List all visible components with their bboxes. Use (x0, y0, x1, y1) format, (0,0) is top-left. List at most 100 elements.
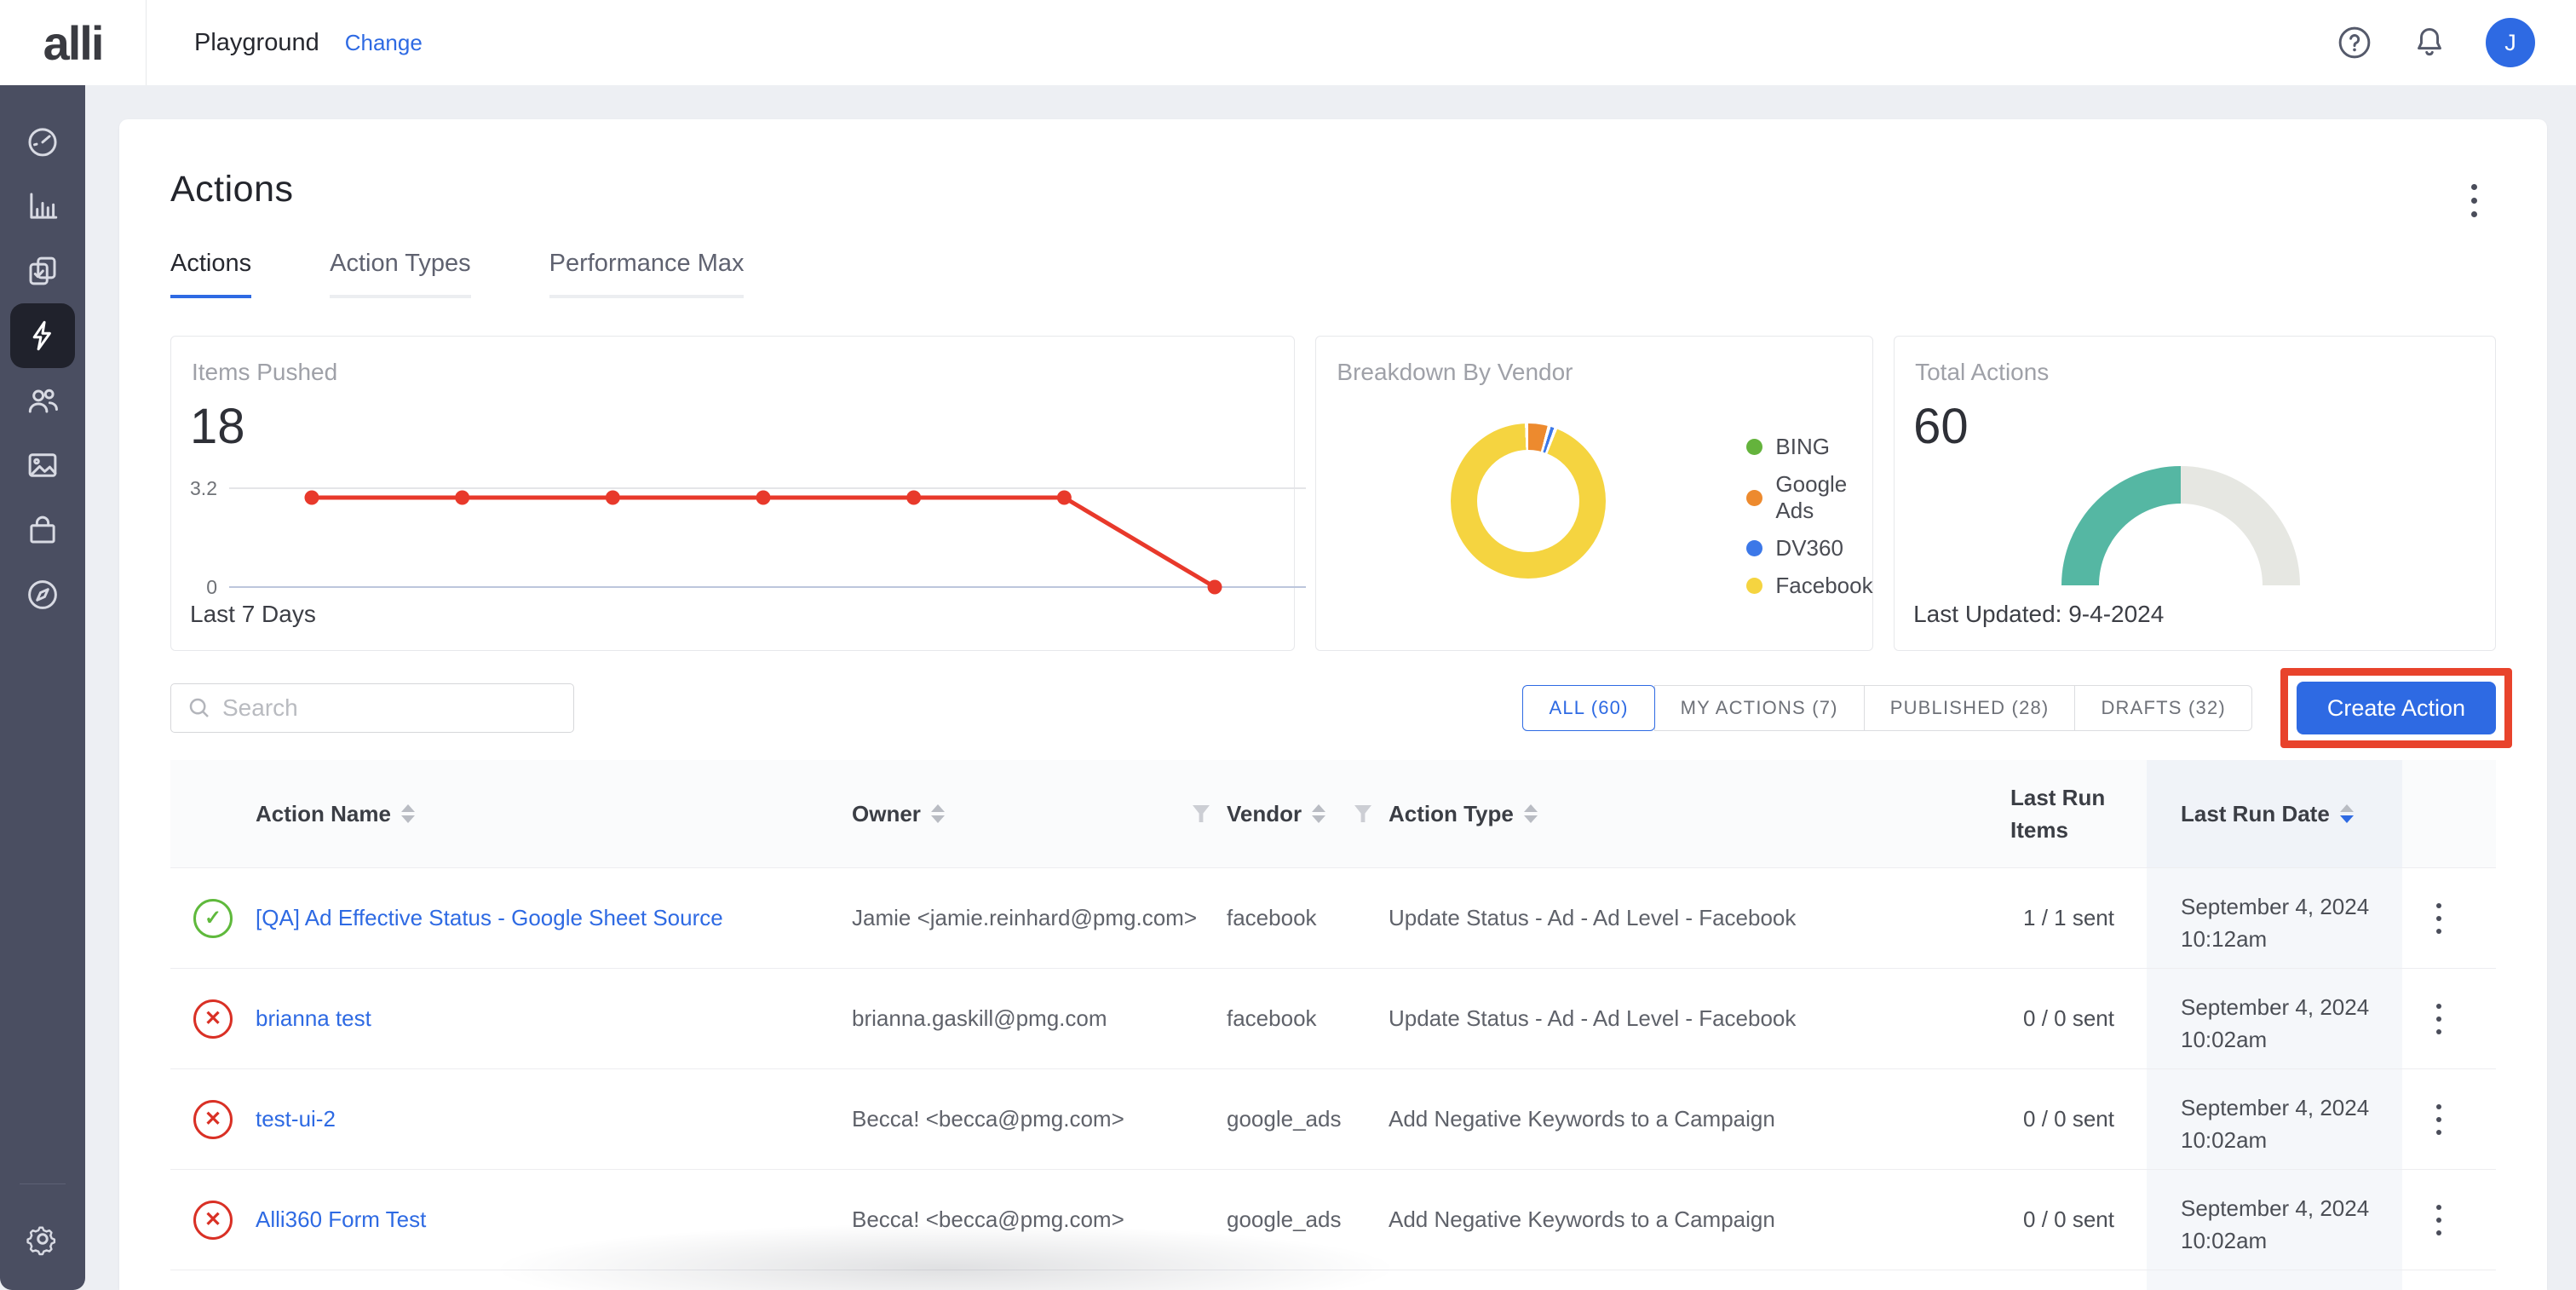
shopping-bag-icon (25, 512, 60, 548)
row-owner-cell: Jamie <jamie.reinhard@pmg.com> (852, 868, 1227, 968)
row-items-cell: 0 / 0 sent (2010, 1170, 2147, 1270)
total-actions-gauge (2061, 466, 2300, 585)
row-menu-button[interactable] (2402, 1069, 2496, 1169)
sidebar-item-discover[interactable] (10, 562, 75, 627)
toolbar-right: ALL (60) MY ACTIONS (7) PUBLISHED (28) D… (1522, 682, 2496, 734)
row-name-cell: brianna test (256, 969, 852, 1068)
image-icon (25, 447, 60, 483)
table-header-row: Action Name Owner Vendor (170, 760, 2496, 867)
sidebar-divider (20, 1183, 66, 1184)
action-name-link[interactable]: [QA] Ad Effective Status - Google Sheet … (256, 905, 723, 931)
sidebar-item-shopping[interactable] (10, 498, 75, 562)
action-name-link[interactable]: brianna test (256, 1005, 371, 1032)
svg-text:3.2: 3.2 (190, 477, 217, 499)
bar-chart-icon (25, 188, 60, 224)
help-icon[interactable] (2336, 24, 2373, 61)
legend-label-bing: BING (1775, 434, 1830, 460)
row-name-cell: test-ui-2 (256, 1069, 852, 1169)
row-type-cell: Add Negative Keywords to a Campaign (1389, 1069, 2010, 1169)
row-status-cell: ✕ (170, 969, 256, 1068)
tab-bar: Actions Action Types Performance Max (170, 250, 2496, 298)
create-action-wrap: Create Action (2297, 682, 2496, 734)
row-vendor-cell: facebook (1227, 868, 1389, 968)
items-pushed-title: Items Pushed (192, 359, 337, 386)
filter-funnel-icon[interactable] (1193, 805, 1210, 822)
sidebar-item-settings[interactable] (10, 1206, 75, 1271)
change-workspace-link[interactable]: Change (345, 30, 423, 56)
sidebar-item-audiences[interactable] (10, 368, 75, 433)
vendor-column-header[interactable]: Vendor (1227, 760, 1389, 867)
row-status-cell: ✓ (170, 868, 256, 968)
row-vendor-cell: google_ads (1227, 1069, 1389, 1169)
avatar-initial: J (2504, 30, 2516, 56)
sort-desc-icon[interactable] (2340, 804, 2354, 823)
last-run-items-column-header: Last Run Items (2010, 760, 2147, 867)
total-actions-footer: Last Updated: 9-4-2024 (1913, 601, 2164, 628)
top-header: alli Playground Change J (0, 0, 2576, 85)
row-menu-button[interactable] (2402, 1170, 2496, 1270)
row-items-cell: 1 / 1 sent (2010, 868, 2147, 968)
filter-my-actions[interactable]: MY ACTIONS (7) (1654, 685, 1865, 731)
filter-funnel-icon[interactable] (1354, 805, 1371, 822)
table-toolbar: ALL (60) MY ACTIONS (7) PUBLISHED (28) D… (170, 682, 2496, 734)
vendor-legend: BING Google Ads DV360 (1746, 434, 1872, 599)
sort-icon[interactable] (401, 804, 415, 823)
row-status-cell: ✕ (170, 1170, 256, 1270)
panel-menu-button[interactable] (2471, 184, 2477, 217)
action-name-link[interactable]: Alli360 Form Test (256, 1206, 426, 1233)
owner-column-header[interactable]: Owner (852, 760, 1227, 867)
filter-group: ALL (60) MY ACTIONS (7) PUBLISHED (28) D… (1522, 685, 2251, 731)
sidebar-item-dashboard[interactable] (10, 109, 75, 174)
row-date-cell: September 4, 2024 10:02am (2147, 1170, 2402, 1270)
action-name-column-header[interactable]: Action Name (256, 760, 852, 867)
action-type-column-header[interactable]: Action Type (1389, 760, 2010, 867)
compass-icon (25, 577, 60, 613)
filter-all[interactable]: ALL (60) (1522, 685, 1654, 731)
tab-performance-max[interactable]: Performance Max (549, 250, 745, 298)
notifications-bell-icon[interactable] (2411, 24, 2448, 61)
items-pushed-card: Items Pushed 18 3.20 Last 7 Days (170, 336, 1295, 651)
user-avatar[interactable]: J (2486, 18, 2535, 67)
sidebar-item-media[interactable] (10, 433, 75, 498)
status-column-header (170, 760, 256, 867)
users-icon (25, 383, 60, 418)
sidebar-item-analytics[interactable] (10, 174, 75, 239)
table-row: ✕ Alli360 Form Test Becca! <becca@pmg.co… (170, 1169, 2496, 1270)
action-name-link[interactable]: test-ui-2 (256, 1106, 336, 1132)
last-run-date-column-header[interactable]: Last Run Date (2147, 760, 2402, 867)
legend-dot-dv360 (1746, 540, 1762, 556)
legend-label-google-ads: Google Ads (1775, 471, 1872, 524)
search-input[interactable] (222, 694, 558, 722)
sidebar-nav (0, 85, 85, 1290)
create-action-button[interactable]: Create Action (2297, 682, 2496, 734)
row-owner-cell: Becca! <becca@pmg.com> (852, 1170, 1227, 1270)
header-actions: J (2336, 18, 2535, 67)
row-menu-button[interactable] (2402, 868, 2496, 968)
row-owner-cell: Becca! <becca@pmg.com> (852, 1069, 1227, 1169)
legend-item-bing: BING (1746, 434, 1872, 460)
logo-container: alli (0, 0, 147, 85)
sort-icon[interactable] (1312, 804, 1325, 823)
row-vendor-cell: facebook (1227, 969, 1389, 1068)
row-date-cell: September 4, 2024 10:02am (2147, 969, 2402, 1068)
filter-drafts[interactable]: DRAFTS (32) (2074, 685, 2251, 731)
filter-published[interactable]: PUBLISHED (28) (1864, 685, 2076, 731)
row-name-cell: [QA] Ad Effective Status - Google Sheet … (256, 868, 852, 968)
tab-actions[interactable]: Actions (170, 250, 251, 298)
sidebar-item-tasks[interactable] (10, 239, 75, 303)
page-title: Actions (170, 169, 294, 210)
row-date-cell: September 4, 2024 10:02am (2147, 1069, 2402, 1169)
tab-action-types[interactable]: Action Types (330, 250, 471, 298)
row-menu-button[interactable] (2402, 969, 2496, 1068)
actions-table: Action Name Owner Vendor (170, 760, 2496, 1290)
lightning-bolt-icon (25, 318, 60, 354)
alli-logo[interactable]: alli (43, 15, 103, 71)
vendor-breakdown-title: Breakdown By Vendor (1337, 359, 1573, 386)
vendor-donut-chart (1451, 423, 1606, 579)
row-name-cell: Alli360 Form Test (256, 1170, 852, 1270)
sort-icon[interactable] (1524, 804, 1538, 823)
sort-icon[interactable] (931, 804, 945, 823)
workspace-name: Playground (194, 29, 319, 57)
sidebar-item-actions[interactable] (10, 303, 75, 368)
panel-header: Actions (170, 119, 2496, 210)
